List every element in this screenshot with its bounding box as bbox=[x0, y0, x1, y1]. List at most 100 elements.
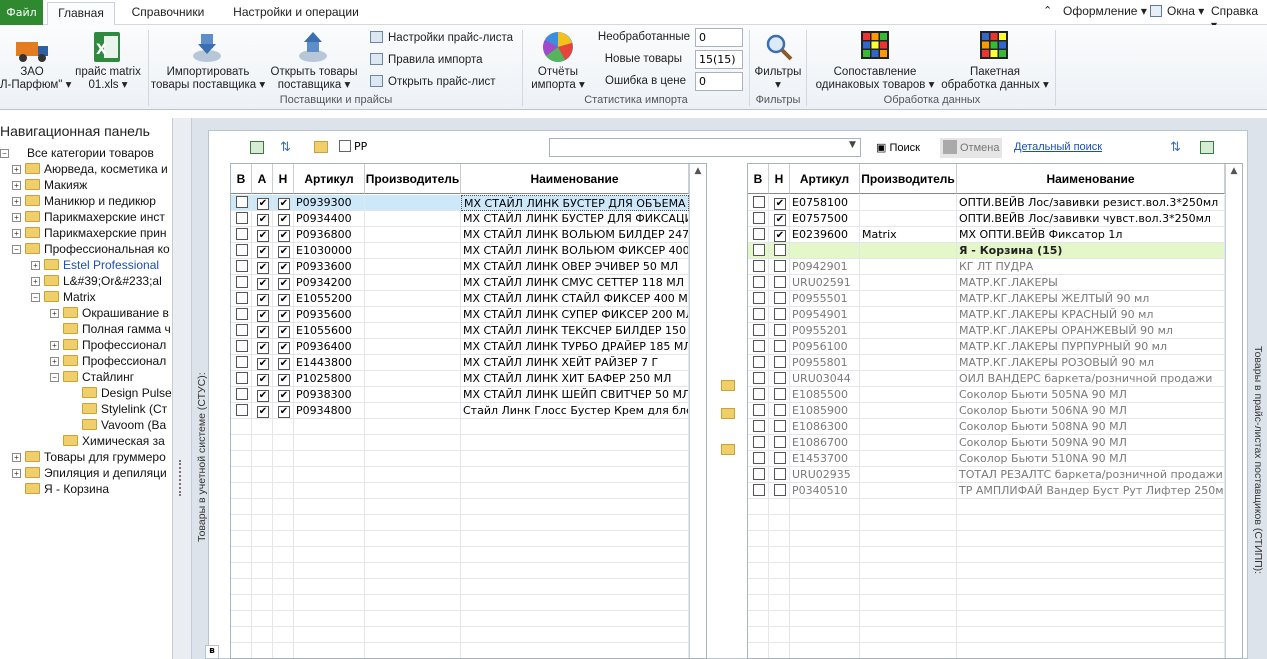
sync-icon[interactable]: ⇅ bbox=[280, 140, 291, 155]
row-checkbox[interactable] bbox=[753, 308, 765, 320]
splitter-grip[interactable] bbox=[179, 460, 183, 496]
table-row[interactable]: ✔ ✔ P1025800 МХ СТАЙЛ ЛИНК ХИТ БАФЕР 250 МЛ bbox=[231, 371, 689, 387]
supplier-button[interactable]: ЗАОЛ-Парфюм" ▾ bbox=[0, 66, 71, 92]
row-checkbox[interactable]: ✔ bbox=[278, 278, 290, 290]
table-row[interactable]: ✔ ✔ P0939300 МХ СТАЙЛ ЛИНК БУСТЕР ДЛЯ ОБЪЕМ… bbox=[231, 195, 689, 211]
tree-node[interactable]: − Профессиональная ко bbox=[12, 241, 170, 257]
row-checkbox[interactable] bbox=[753, 484, 765, 496]
table-row[interactable]: E1085500 Соколор Бьюти 505NA 90 МЛ bbox=[748, 387, 1225, 403]
row-checkbox[interactable]: ✔ bbox=[278, 262, 290, 274]
price-list-button[interactable]: прайс matrix 01.xls ▾ bbox=[68, 66, 148, 92]
expand-icon[interactable]: + bbox=[50, 309, 59, 318]
row-checkbox[interactable] bbox=[774, 436, 786, 448]
pricelist-settings-button[interactable]: Настройки прайс-листа bbox=[370, 29, 513, 47]
row-checkbox[interactable] bbox=[236, 308, 248, 320]
folder-open-icon[interactable] bbox=[314, 141, 328, 153]
table-row[interactable]: P0942901 КГ ЛТ ПУДРА bbox=[748, 259, 1225, 275]
cancel-button[interactable]: Отмена bbox=[940, 138, 1002, 158]
row-checkbox[interactable]: ✔ bbox=[278, 374, 290, 386]
collapse-icon[interactable]: − bbox=[50, 373, 59, 382]
col-header-manufacturer[interactable]: Производитель bbox=[860, 164, 957, 194]
table-row[interactable]: E1453700 Соколор Бьюти 510NA 90 МЛ bbox=[748, 451, 1225, 467]
sync-icon[interactable]: ⇅ bbox=[1170, 140, 1181, 155]
tree-node[interactable]: Я - Корзина bbox=[25, 481, 109, 497]
table-row[interactable]: P0956100 МАТР.КГ.ЛАКЕРЫ ПУРПУРНЫЙ 90 мл bbox=[748, 339, 1225, 355]
expand-icon[interactable]: + bbox=[12, 229, 21, 238]
tree-node[interactable]: + Аюрведа, косметика и bbox=[12, 161, 168, 177]
batch-processing-button[interactable]: Пакетная обработка данных ▾ bbox=[940, 66, 1050, 92]
table-row[interactable]: P0340510 ТР АМПЛИФАЙ Вандер Бyст Рут Лифт… bbox=[748, 483, 1225, 499]
filters-button[interactable]: Фильтры ▾ bbox=[752, 66, 804, 92]
row-checkbox[interactable]: ✔ bbox=[278, 390, 290, 402]
import-reports-button[interactable]: Отчёты импорта ▾ bbox=[524, 66, 592, 92]
panel-tab[interactable]: в bbox=[205, 645, 219, 659]
row-checkbox[interactable] bbox=[753, 260, 765, 272]
row-checkbox[interactable] bbox=[236, 356, 248, 368]
tree-node[interactable]: + Маникюр и педикюр bbox=[12, 193, 156, 209]
import-icon[interactable] bbox=[1200, 141, 1214, 154]
tree-node[interactable]: + Профессионал bbox=[50, 353, 166, 369]
import-supplier-goods-button[interactable]: Импортировать товары поставщика ▾ bbox=[150, 66, 266, 92]
table-row[interactable]: E1085900 Соколор Бьюти 506NA 90 МЛ bbox=[748, 403, 1225, 419]
row-checkbox[interactable] bbox=[753, 340, 765, 352]
panel-splitter[interactable] bbox=[172, 118, 192, 659]
row-checkbox[interactable] bbox=[753, 468, 765, 480]
tree-node[interactable]: + Парикмахерские прин bbox=[12, 225, 167, 241]
file-menu-button[interactable]: Файл bbox=[0, 0, 43, 25]
row-checkbox[interactable]: ✔ bbox=[278, 406, 290, 418]
row-checkbox[interactable] bbox=[236, 324, 248, 336]
table-row[interactable]: ✔ ✔ E1443800 МХ СТАЙЛ ЛИНК ХЕЙТ РАЙЗЕР 7 Г bbox=[231, 355, 689, 371]
row-checkbox[interactable] bbox=[236, 244, 248, 256]
col-header-article[interactable]: Артикул bbox=[790, 164, 860, 194]
row-checkbox[interactable] bbox=[236, 292, 248, 304]
row-checkbox[interactable]: ✔ bbox=[278, 246, 290, 258]
table-row[interactable]: Я - Корзина (15) bbox=[748, 243, 1225, 259]
tree-node[interactable]: Химическая за bbox=[63, 433, 165, 449]
row-checkbox[interactable]: ✔ bbox=[278, 214, 290, 226]
table-row[interactable]: ✔ E0757500 ОПТИ.ВЕЙВ Лос/завивки чувст.вол… bbox=[748, 211, 1225, 227]
row-checkbox[interactable]: ✔ bbox=[257, 406, 269, 418]
row-checkbox[interactable] bbox=[774, 292, 786, 304]
tree-node[interactable]: Design Pulse bbox=[82, 385, 172, 401]
expand-icon[interactable]: + bbox=[12, 213, 21, 222]
row-checkbox[interactable] bbox=[774, 324, 786, 336]
table-row[interactable]: ✔ E0758100 ОПТИ.ВЕЙВ Лос/завивки резист.во… bbox=[748, 195, 1225, 211]
collapse-icon[interactable]: − bbox=[0, 149, 9, 158]
row-checkbox[interactable]: ✔ bbox=[257, 230, 269, 242]
row-checkbox[interactable] bbox=[753, 276, 765, 288]
pp-checkbox[interactable] bbox=[339, 140, 351, 152]
tree-node[interactable]: Полная гамма ч bbox=[50, 321, 171, 337]
row-checkbox[interactable] bbox=[774, 468, 786, 480]
row-checkbox[interactable] bbox=[774, 404, 786, 416]
row-checkbox[interactable] bbox=[753, 244, 765, 256]
table-row[interactable]: ✔ ✔ P0934400 МХ СТАЙЛ ЛИНК БУСТЕР ДЛЯ ФИКСА… bbox=[231, 211, 689, 227]
table-row[interactable]: ✔ ✔ P0938300 МХ СТАЙЛ ЛИНК ШЕЙП СВИТЧЕР 50 … bbox=[231, 387, 689, 403]
tree-node[interactable]: + Парикмахерские инст bbox=[12, 209, 165, 225]
row-checkbox[interactable] bbox=[236, 340, 248, 352]
row-checkbox[interactable] bbox=[236, 196, 248, 208]
row-checkbox[interactable] bbox=[236, 372, 248, 384]
detailed-search-link[interactable]: Детальный поиск bbox=[1014, 141, 1102, 153]
row-checkbox[interactable]: ✔ bbox=[278, 294, 290, 306]
tree-node[interactable]: + Эпиляция и депиляци bbox=[12, 465, 167, 481]
tree-node[interactable]: − Matrix bbox=[31, 289, 96, 305]
row-checkbox[interactable] bbox=[753, 372, 765, 384]
col-header-name[interactable]: Наименование bbox=[461, 164, 689, 194]
tree-node[interactable]: + Окрашивание в bbox=[50, 305, 169, 321]
remove-folder-icon[interactable] bbox=[721, 408, 735, 419]
chevron-up-icon[interactable]: ▲ bbox=[1226, 164, 1242, 176]
row-checkbox[interactable]: ✔ bbox=[278, 342, 290, 354]
row-checkbox[interactable]: ✔ bbox=[278, 358, 290, 370]
table-row[interactable]: P0955801 МАТР.КГ.ЛАКЕРЫ РОЗОВЫЙ 90 мл bbox=[748, 355, 1225, 371]
row-checkbox[interactable] bbox=[774, 308, 786, 320]
row-checkbox[interactable] bbox=[236, 404, 248, 416]
table-row[interactable]: URU02591 МАТР.КГ.ЛАКЕРЫ bbox=[748, 275, 1225, 291]
export-icon[interactable] bbox=[250, 141, 264, 154]
row-checkbox[interactable]: ✔ bbox=[278, 198, 290, 210]
row-checkbox[interactable]: ✔ bbox=[257, 278, 269, 290]
row-checkbox[interactable]: ✔ bbox=[774, 230, 786, 242]
collapse-icon[interactable]: − bbox=[31, 293, 40, 302]
expand-icon[interactable]: + bbox=[50, 357, 59, 366]
col-header-name[interactable]: Наименование bbox=[957, 164, 1225, 194]
row-checkbox[interactable]: ✔ bbox=[774, 198, 786, 210]
